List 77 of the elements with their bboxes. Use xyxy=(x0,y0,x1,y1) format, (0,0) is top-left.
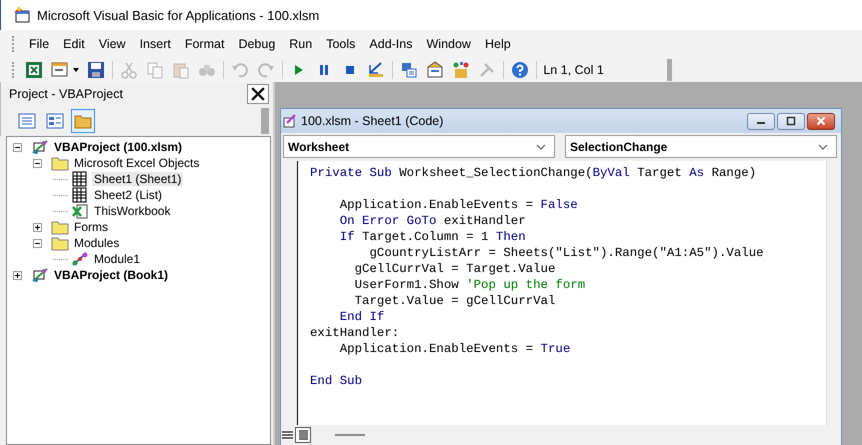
menu-item[interactable]: Help xyxy=(478,34,518,52)
code-text: False xyxy=(540,198,578,212)
restore-icon xyxy=(786,116,796,126)
code-text: As xyxy=(689,166,706,180)
code-text: ByVal xyxy=(592,166,631,180)
restore-button[interactable] xyxy=(777,112,805,130)
panel-title: Project - VBAProject xyxy=(9,87,123,101)
close-icon xyxy=(816,116,826,126)
menu-item[interactable]: Insert xyxy=(132,34,178,52)
project-icon xyxy=(31,267,49,283)
tree-item[interactable]: Forms xyxy=(72,220,110,234)
menu-item[interactable]: View xyxy=(92,34,133,52)
code-comment: 'Pop up the form xyxy=(466,278,586,292)
code-text: True xyxy=(540,342,570,356)
menu-item[interactable]: Run xyxy=(282,34,320,52)
project-icon xyxy=(31,139,49,155)
code-text: On Error GoTo xyxy=(338,214,438,228)
sheet-icon xyxy=(71,171,89,187)
window-title: Microsoft Visual Basic for Applications - 100.xlsm xyxy=(37,8,320,22)
code-text: End If xyxy=(338,310,384,324)
expander-icon[interactable] xyxy=(33,238,42,248)
tree-item[interactable]: VBAProject (100.xlsm) xyxy=(52,140,184,154)
code-text: Range) xyxy=(712,166,756,180)
code-text: Target xyxy=(637,166,683,180)
app-icon xyxy=(13,6,31,24)
menu-item[interactable]: Add-Ins xyxy=(362,34,420,52)
code-text: gCountryListArr = Sheets("List").Range("A1:A5").Value xyxy=(368,246,764,260)
folder-icon xyxy=(51,155,69,171)
code-window-title: 100.xlsm - Sheet1 (Code) xyxy=(301,114,444,128)
code-text: If xyxy=(338,230,356,244)
code-text: Worksheet_SelectionChange( xyxy=(399,166,593,180)
vertical-scrollbar[interactable] xyxy=(826,161,841,425)
object-dropdown[interactable]: Worksheet xyxy=(283,135,555,158)
folder-icon xyxy=(51,219,69,235)
code-text: UserForm1.Show xyxy=(354,278,460,292)
menu-item[interactable]: Tools xyxy=(319,34,362,52)
code-text: Target.Value = gCellCurrVal xyxy=(354,294,556,308)
code-text: Target.Column = 1 xyxy=(362,230,490,244)
code-text: exitHandler xyxy=(444,214,526,228)
code-text: gCellCurrVal = Target.Value xyxy=(354,262,556,276)
code-text: Private Sub xyxy=(310,166,393,180)
menu-item[interactable]: File xyxy=(22,34,56,52)
tree-item[interactable]: Modules xyxy=(72,236,122,250)
expander-icon[interactable] xyxy=(13,270,22,280)
workbook-icon xyxy=(71,203,89,219)
procedure-dropdown[interactable]: SelectionChange xyxy=(565,135,837,158)
tree-item[interactable]: Microsoft Excel Objects xyxy=(72,156,202,170)
chevron-down-icon xyxy=(536,144,546,150)
expander-icon[interactable] xyxy=(13,142,22,152)
full-module-view-icon[interactable] xyxy=(295,427,311,443)
code-text: Application.EnableEvents = xyxy=(338,198,534,212)
menu-item[interactable]: Window xyxy=(420,34,478,52)
tree-item[interactable]: Sheet2 (List) xyxy=(92,188,164,202)
expander-icon[interactable] xyxy=(33,158,42,168)
code-window-icon xyxy=(283,114,297,128)
menu-item[interactable]: Format xyxy=(178,34,232,52)
tree-item[interactable]: VBAProject (Book1) xyxy=(52,268,170,282)
code-text: Then xyxy=(496,230,526,244)
close-button[interactable] xyxy=(807,112,835,130)
tree-item[interactable]: ThisWorkbook xyxy=(92,204,172,218)
menu-item[interactable]: Edit xyxy=(56,34,92,52)
expander-icon[interactable] xyxy=(33,222,42,232)
minimize-button[interactable] xyxy=(747,112,775,130)
tree-item[interactable]: Sheet1 (Sheet1) xyxy=(92,172,184,186)
module-icon xyxy=(71,251,89,267)
chevron-down-icon xyxy=(818,144,828,150)
menu-item[interactable]: Debug xyxy=(231,34,282,52)
tree-item[interactable]: Module1 xyxy=(92,252,142,266)
folder-icon xyxy=(51,235,69,251)
close-button[interactable] xyxy=(247,84,269,104)
toggle-folders-button[interactable] xyxy=(71,109,95,133)
code-text: Application.EnableEvents = xyxy=(338,342,534,356)
code-text: End Sub xyxy=(310,374,362,388)
sheet-icon xyxy=(71,187,89,203)
cursor-position: Ln 1, Col 1 xyxy=(542,62,605,76)
horizontal-scrollbar[interactable] xyxy=(335,434,365,436)
code-text: exitHandler: xyxy=(310,326,400,340)
